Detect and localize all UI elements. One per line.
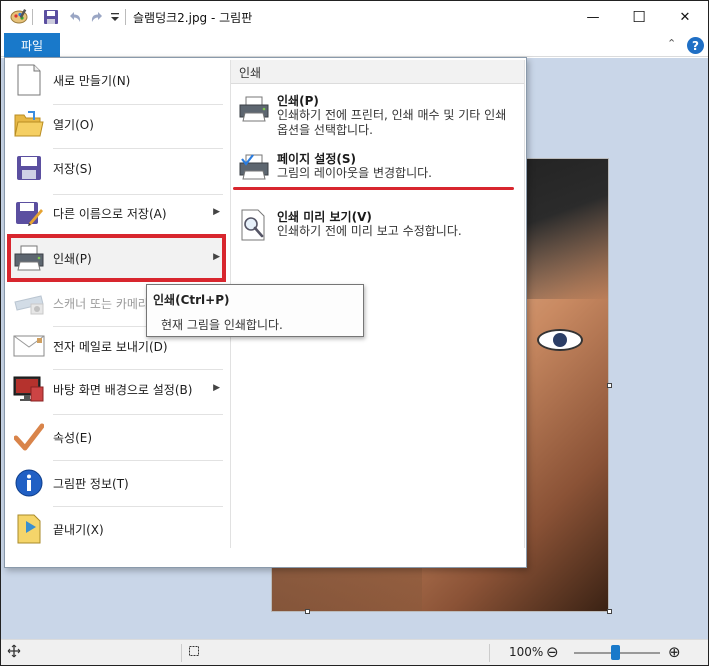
tooltip-desc: 현재 그림을 인쇄합니다. (161, 318, 283, 332)
scanner-icon (11, 285, 47, 321)
submenu-item-print-preview[interactable]: 인쇄 미리 보기(V) 인쇄하기 전에 미리 보고 수정합니다. (235, 204, 520, 256)
save-as-icon (11, 195, 47, 231)
submenu-arrow-icon: ▶ (213, 252, 220, 262)
info-icon (11, 465, 47, 501)
window-title: 슬램덩크2.jpg - 그림판 (133, 11, 253, 25)
paint-app-icon[interactable] (9, 8, 29, 26)
submenu-item-print[interactable]: 인쇄(P) 인쇄하기 전에 프린터, 인쇄 매수 및 기타 인쇄 옵션을 선택합… (235, 88, 520, 140)
menu-item-new[interactable]: 새로 만들기(N) (7, 57, 226, 103)
paint-window: 슬램덩크2.jpg - 그림판 — ☐ ✕ 파일 ⌃ ? 100% ⊖ ⊕ 새로… (0, 0, 709, 666)
print-tooltip: 인쇄(Ctrl+P) 현재 그림을 인쇄합니다. (146, 284, 364, 337)
menu-item-label: 바탕 화면 배경으로 설정(B) (53, 382, 193, 397)
menu-item-label: 그림판 정보(T) (53, 476, 129, 491)
zoom-slider-thumb[interactable] (611, 645, 620, 660)
ribbon-bar (1, 33, 708, 57)
menu-item-label: 열기(O) (53, 117, 94, 132)
separator (125, 9, 126, 25)
submenu-item-page-setup[interactable]: 페이지 설정(S) 그림의 레이아웃을 변경합니다. (235, 146, 520, 198)
menu-item-label: 저장(S) (53, 161, 93, 176)
maximize-button[interactable]: ☐ (616, 1, 662, 33)
status-bar: 100% ⊖ ⊕ (1, 639, 708, 665)
new-file-icon (11, 62, 47, 98)
menu-item-set-desktop-background[interactable]: 바탕 화면 배경으로 설정(B) ▶ (7, 366, 226, 412)
printer-icon (11, 240, 47, 276)
resize-handle-right[interactable] (607, 383, 612, 388)
title-bar: 슬램덩크2.jpg - 그림판 — ☐ ✕ (1, 1, 708, 33)
desktop-background-icon (11, 371, 47, 407)
printer-icon (237, 92, 271, 126)
help-icon[interactable]: ? (687, 37, 704, 54)
zoom-in-button[interactable]: ⊕ (668, 643, 681, 661)
email-envelope-icon (11, 328, 47, 364)
print-preview-icon (237, 208, 271, 242)
menu-item-label: 인쇄(P) (53, 251, 92, 266)
submenu-item-desc: 인쇄하기 전에 프린터, 인쇄 매수 및 기타 인쇄 옵션을 선택합니다. (277, 108, 507, 137)
close-button[interactable]: ✕ (662, 1, 708, 33)
save-icon[interactable] (43, 8, 59, 26)
submenu-item-desc: 인쇄하기 전에 미리 보고 수정합니다. (277, 224, 462, 238)
menu-item-label: 끝내기(X) (53, 522, 104, 537)
menu-item-print[interactable]: 인쇄(P) ▶ (7, 234, 226, 282)
collapse-ribbon-icon[interactable]: ⌃ (667, 37, 676, 50)
menu-item-label: 새로 만들기(N) (53, 73, 131, 88)
tooltip-title: 인쇄(Ctrl+P) (153, 293, 230, 307)
menu-item-properties[interactable]: 속성(E) (7, 414, 226, 460)
resize-handle-bottom[interactable] (305, 609, 310, 614)
image-eye (537, 329, 583, 351)
redo-icon[interactable] (89, 8, 105, 26)
annotation-underline (233, 187, 514, 190)
cursor-position-icon (7, 644, 21, 661)
submenu-header: 인쇄 (231, 60, 524, 84)
resize-handle-corner[interactable] (607, 609, 612, 614)
customize-toolbar-icon[interactable] (110, 8, 120, 26)
menu-item-save-as[interactable]: 다른 이름으로 저장(A) ▶ (7, 190, 226, 236)
checkmark-icon (11, 419, 47, 455)
minimize-button[interactable]: — (570, 1, 616, 33)
submenu-item-desc: 그림의 레이아웃을 변경합니다. (277, 166, 432, 180)
zoom-level: 100% (509, 645, 544, 659)
file-tab[interactable]: 파일 (4, 33, 60, 57)
separator (181, 644, 182, 662)
open-folder-icon (11, 106, 47, 142)
menu-item-label: 다른 이름으로 저장(A) (53, 206, 167, 221)
submenu-arrow-icon: ▶ (213, 383, 220, 393)
undo-icon[interactable] (67, 8, 83, 26)
selection-size-icon (187, 644, 201, 661)
menu-item-exit[interactable]: 끝내기(X) (7, 506, 226, 552)
menu-item-label: 속성(E) (53, 430, 93, 445)
page-setup-icon (237, 150, 271, 184)
menu-item-open[interactable]: 열기(O) (7, 101, 226, 147)
zoom-out-button[interactable]: ⊖ (546, 643, 559, 661)
save-icon (11, 150, 47, 186)
exit-icon (11, 511, 47, 547)
menu-item-about[interactable]: 그림판 정보(T) (7, 460, 226, 506)
submenu-arrow-icon: ▶ (213, 207, 220, 217)
separator (32, 9, 33, 25)
separator (489, 644, 490, 662)
submenu-item-title: 페이지 설정(S) (277, 152, 356, 166)
menu-item-label: 스캐너 또는 카메라 (53, 296, 149, 311)
submenu-item-title: 인쇄(P) (277, 94, 319, 108)
menu-item-save[interactable]: 저장(S) (7, 145, 226, 191)
menu-item-label: 전자 메일로 보내기(D) (53, 339, 168, 354)
submenu-item-title: 인쇄 미리 보기(V) (277, 210, 372, 224)
